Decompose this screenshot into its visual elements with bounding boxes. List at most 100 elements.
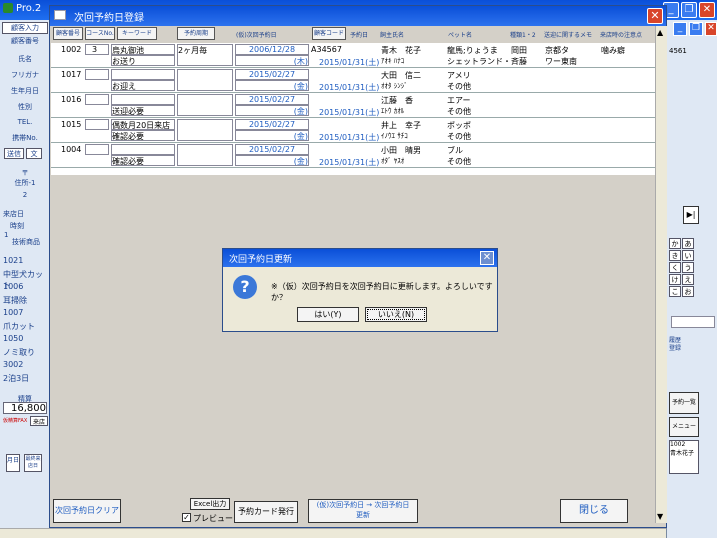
keyword2-field[interactable]: 送迎必要 xyxy=(111,105,175,116)
scroll-up-icon[interactable]: ▲ xyxy=(657,28,663,37)
kana-key[interactable]: い xyxy=(682,250,694,261)
provisional-date-field[interactable]: 2015/02/27 xyxy=(235,144,309,155)
close-icon[interactable]: ✕ xyxy=(705,22,717,36)
reservation-list-button[interactable]: 予約一覧 xyxy=(669,392,699,414)
cell-keyword: 偶数月20日来店 xyxy=(112,121,171,130)
menu-name: 2泊3日 xyxy=(3,374,30,383)
course-field[interactable] xyxy=(85,119,109,130)
keyword2-field[interactable]: 確認必要 xyxy=(111,155,175,166)
provisional-date-field[interactable]: 2006/12/28 xyxy=(235,44,309,55)
cell-owner: 井上 幸子 xyxy=(381,121,421,130)
no-button[interactable]: いいえ(N) xyxy=(365,307,427,322)
table-row[interactable]: 1004 確認必要 2015/02/27 (金) 2015/01/31(土) 小… xyxy=(51,143,655,168)
course-field[interactable] xyxy=(85,144,109,155)
table-row[interactable]: 1017 お迎え 2015/02/27 (金) 2015/01/31(土) 大田… xyxy=(51,68,655,93)
kana-key[interactable]: え xyxy=(682,274,694,285)
close-icon[interactable]: ✕ xyxy=(480,251,494,265)
cell-no: 1016 xyxy=(61,95,82,104)
course-field[interactable] xyxy=(85,94,109,105)
cell-pet2: その他 xyxy=(447,132,471,141)
sort-customer-no-button[interactable]: 顧客番号 xyxy=(53,27,83,40)
keyword2-field[interactable]: お送り xyxy=(111,55,175,66)
cell-no: 1004 xyxy=(61,145,82,154)
course-field[interactable] xyxy=(85,69,109,80)
issue-card-button[interactable]: 予約カード発行 xyxy=(234,501,298,523)
keyword-field[interactable] xyxy=(111,144,175,155)
kana-key[interactable]: け xyxy=(669,274,681,285)
vertical-scrollbar[interactable]: ▲ ▼ xyxy=(655,26,667,523)
sort-cycle-button[interactable]: 予約周期 xyxy=(177,27,215,40)
send-button[interactable]: 送信 xyxy=(4,148,24,159)
right-panel: _ ❐ ✕ 4561 ▶| か あ き い く う け え こ お 履歴 登録 … xyxy=(666,20,717,538)
update-reservation-button[interactable]: (仮)次回予約日 → 次回予約日 更新 xyxy=(308,499,418,523)
preview-checkbox[interactable]: ✓ xyxy=(182,513,191,522)
minimize-icon[interactable]: _ xyxy=(673,22,687,36)
provisional-date-field[interactable]: 2015/02/27 xyxy=(235,119,309,130)
cycle-field[interactable] xyxy=(177,69,233,91)
keyword-field[interactable] xyxy=(111,94,175,105)
sort-keyword-button[interactable]: キーワード xyxy=(117,27,157,40)
table-row[interactable]: 1015 偶数月20日来店 確認必要 2015/02/27 (金) 2015/0… xyxy=(51,118,655,143)
cycle-field[interactable] xyxy=(177,94,233,116)
last-visit-button[interactable]: 最終来店日 xyxy=(24,454,42,472)
cell-owner: 小田 晴男 xyxy=(381,146,421,155)
menu-code: 3002 xyxy=(3,360,24,369)
label-name: 氏名 xyxy=(18,55,32,63)
keyword-field[interactable]: 偶数月20日来店 xyxy=(111,119,175,130)
right-input[interactable] xyxy=(671,316,715,328)
excel-export-button[interactable]: Excel出力 xyxy=(190,498,230,510)
cell-prov-dow: (木) xyxy=(293,57,308,66)
provisional-date-field[interactable]: 2015/02/27 xyxy=(235,69,309,80)
keyword-field[interactable] xyxy=(111,69,175,80)
month-day-button[interactable]: 月日 xyxy=(6,454,20,472)
cycle-field[interactable] xyxy=(177,144,233,166)
kana-key[interactable]: き xyxy=(669,250,681,261)
provisional-dow-field: (金) xyxy=(235,105,309,116)
cell-pet: ポッポ xyxy=(447,121,471,130)
kana-key[interactable]: お xyxy=(682,286,694,297)
sort-customer-code-button[interactable]: 顧客コード xyxy=(312,27,346,40)
horizontal-scrollbar[interactable] xyxy=(0,528,666,538)
restore-icon[interactable]: ❐ xyxy=(689,22,703,36)
cell-prov-date: 2015/02/27 xyxy=(248,95,296,104)
kana-key[interactable]: か xyxy=(669,238,681,249)
provisional-date-field[interactable]: 2015/02/27 xyxy=(235,94,309,105)
cycle-field[interactable]: 2ヶ月毎 xyxy=(177,44,233,66)
kana-key[interactable]: こ xyxy=(669,286,681,297)
header-memo: 送迎に関するメモ xyxy=(544,32,593,39)
visit-button[interactable]: 来店 xyxy=(30,416,48,426)
cell-pet: ブル xyxy=(447,146,463,155)
close-icon[interactable]: ✕ xyxy=(647,8,663,24)
provisional-dow-field: (金) xyxy=(235,130,309,141)
kana-key[interactable]: う xyxy=(682,262,694,273)
course-field[interactable]: 3 xyxy=(85,44,109,55)
yes-button[interactable]: はい(Y) xyxy=(297,307,359,322)
last-page-icon[interactable]: ▶| xyxy=(683,206,699,224)
scroll-down-icon[interactable]: ▼ xyxy=(657,512,663,521)
table-row[interactable]: 1002 3 烏丸御池 お送り 2ヶ月毎 2006/12/28 (木) A345… xyxy=(51,43,655,68)
cycle-field[interactable] xyxy=(177,119,233,141)
clear-reservation-button[interactable]: 次回予約日クリア xyxy=(53,499,121,523)
label-furigana: フリガナ xyxy=(11,71,39,79)
cell-pet2: その他 xyxy=(447,107,471,116)
kana-key[interactable]: く xyxy=(669,262,681,273)
empty-area xyxy=(51,175,655,497)
label-postal: 〒 xyxy=(21,169,29,177)
menu-button[interactable]: メニュー xyxy=(669,417,699,437)
keyword2-field[interactable]: お迎え xyxy=(111,80,175,91)
customer-input-button[interactable]: 顧客入力 xyxy=(2,22,48,34)
cell-prov-dow: (金) xyxy=(293,82,308,91)
sort-course-no-button[interactable]: コースNo. xyxy=(85,27,115,40)
keyword-field[interactable]: 烏丸御池 xyxy=(111,44,175,55)
kana-key[interactable]: あ xyxy=(682,238,694,249)
cell-breed: 岡田 xyxy=(511,46,527,55)
restore-icon[interactable]: ❐ xyxy=(681,2,697,18)
window-icon xyxy=(54,10,66,20)
table-row[interactable]: 1016 送迎必要 2015/02/27 (金) 2015/01/31(土) 江… xyxy=(51,93,655,118)
text-button[interactable]: 文 xyxy=(26,148,42,159)
cell-owner: 青木 花子 xyxy=(381,46,421,55)
cell-reserve: 2015/01/31(土) xyxy=(319,83,380,92)
close-button[interactable]: 閉じる xyxy=(560,499,628,523)
keyword2-field[interactable]: 確認必要 xyxy=(111,130,175,141)
close-icon[interactable]: ✕ xyxy=(699,2,715,18)
